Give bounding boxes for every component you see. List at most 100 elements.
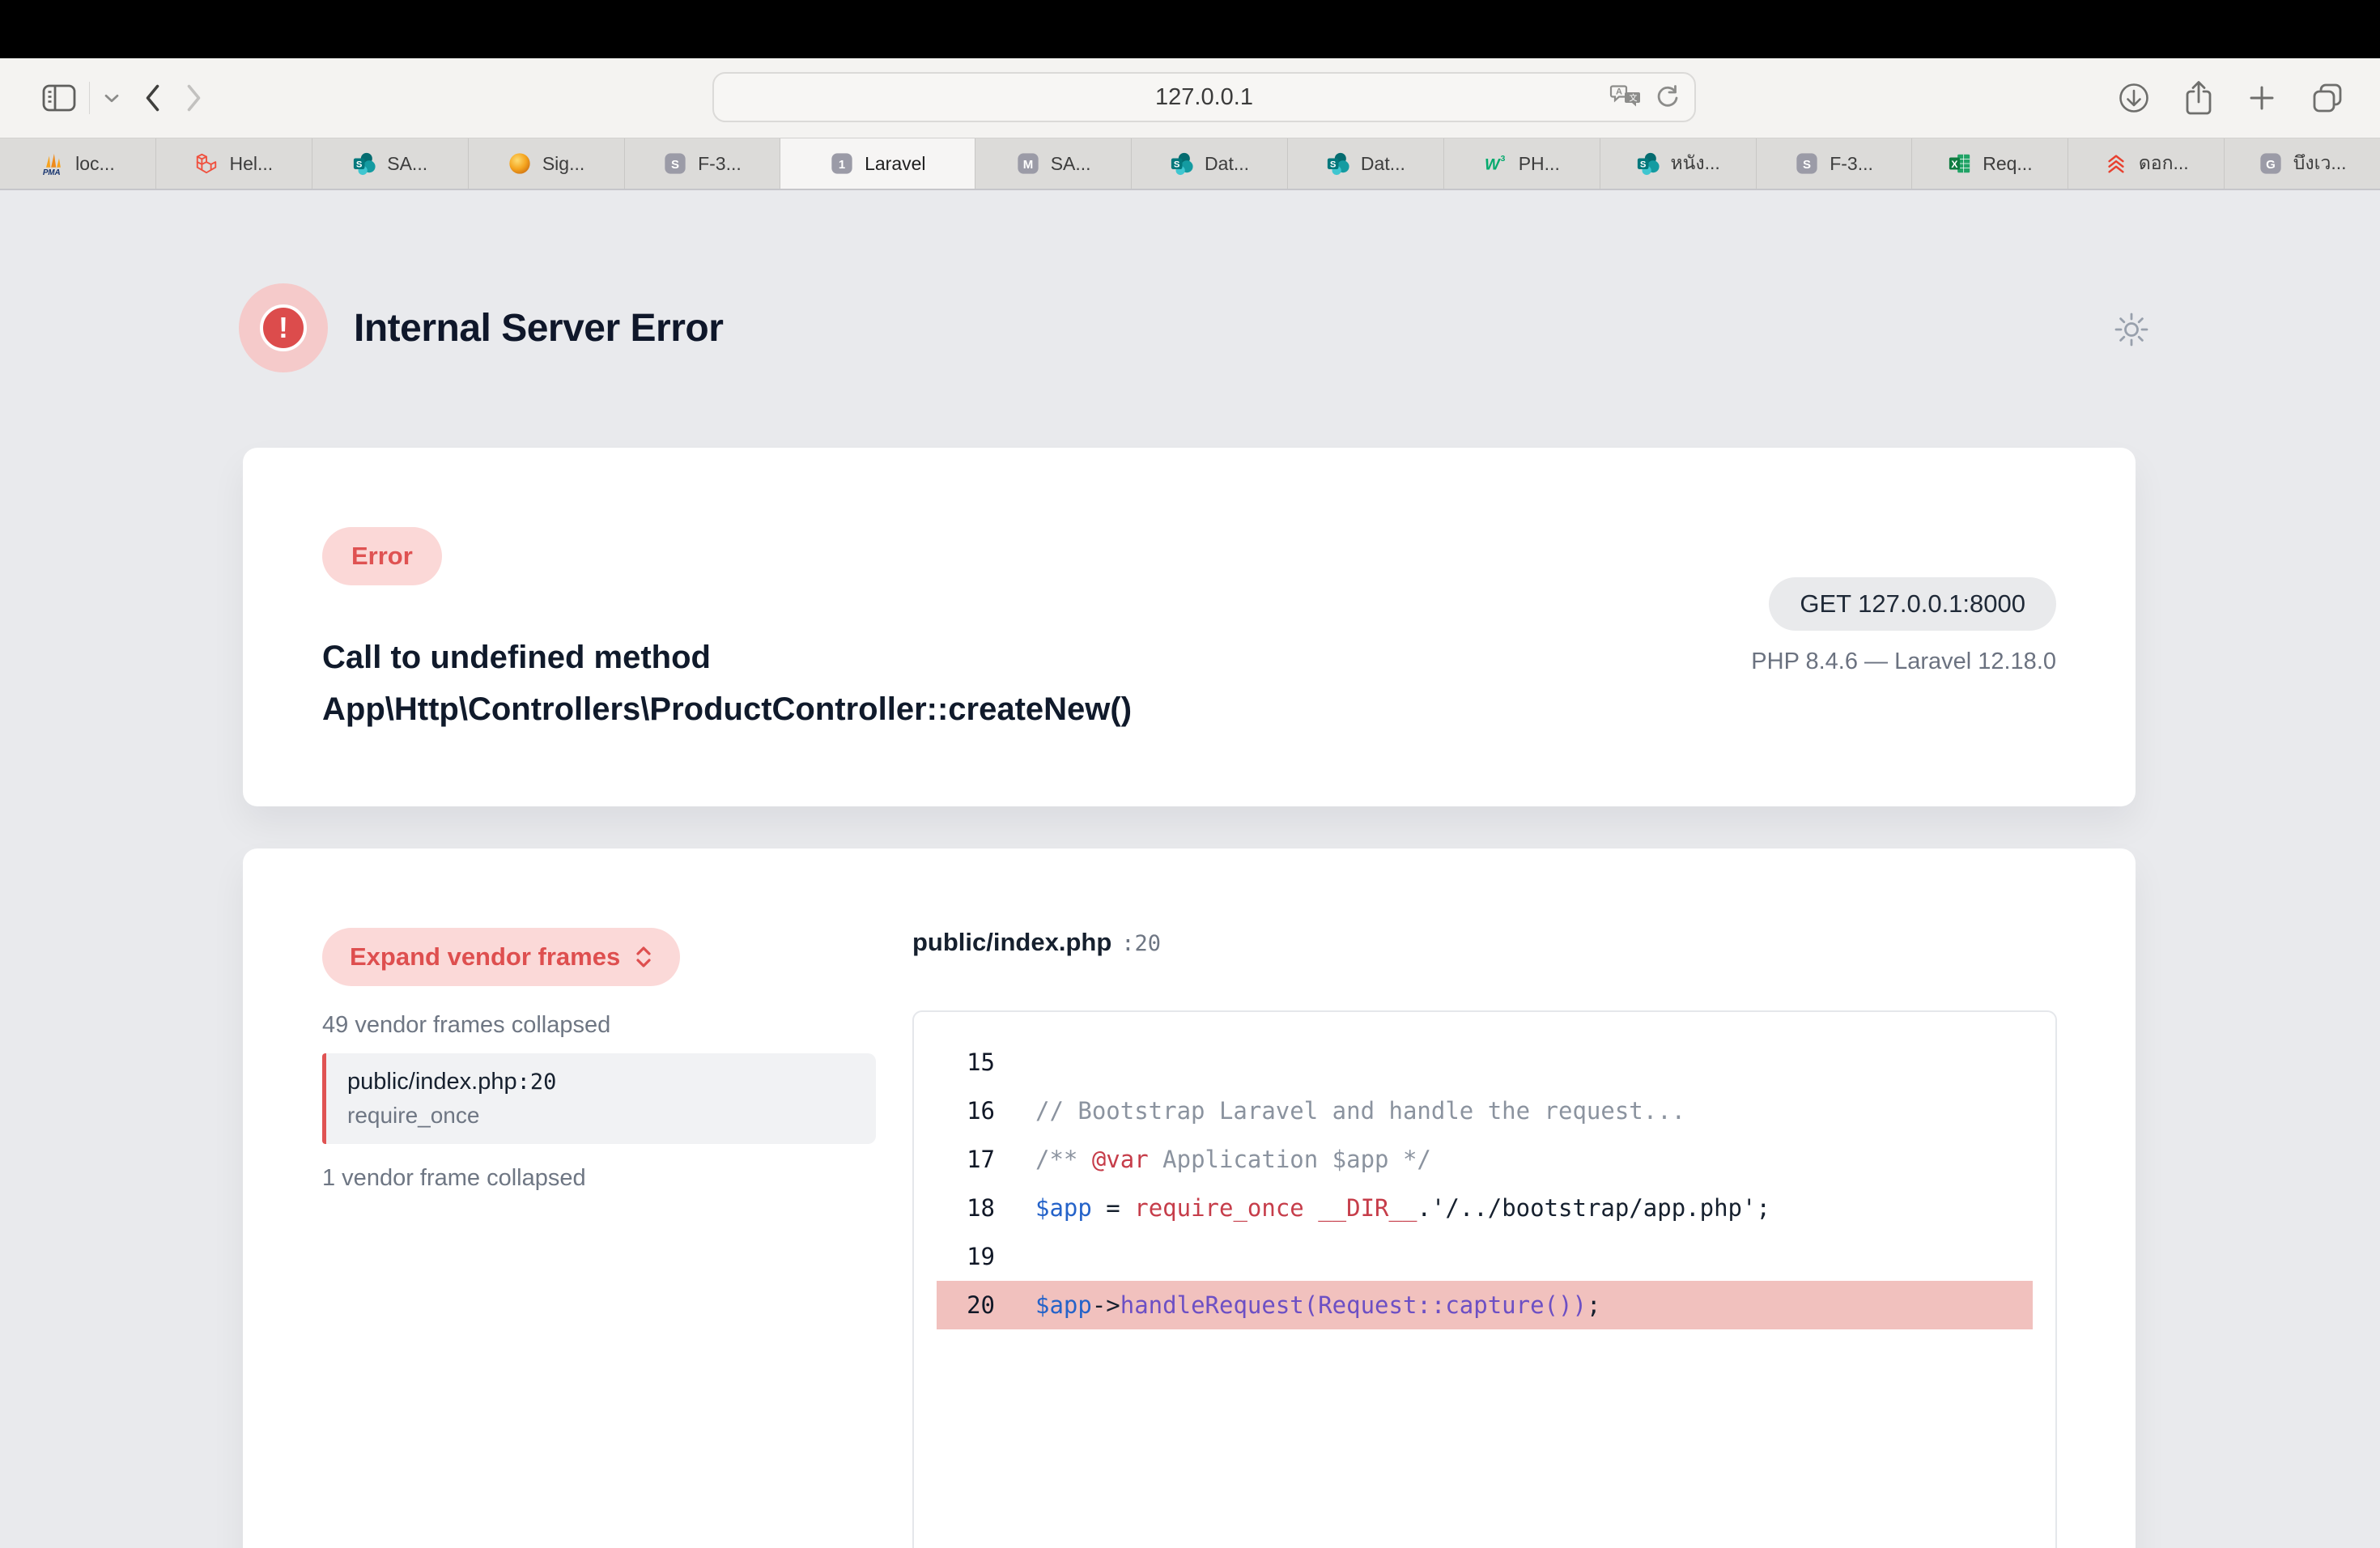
browser-tab[interactable]: SSA... xyxy=(312,138,469,189)
code-snippet: 15 16// Bootstrap Laravel and handle the … xyxy=(912,1010,2057,1548)
red-chevrons-icon xyxy=(2104,151,2128,176)
stack-frame-item[interactable]: public/index.php:20 require_once xyxy=(322,1053,876,1144)
svg-text:1: 1 xyxy=(839,158,845,172)
tab-label: บึงเว... xyxy=(2293,149,2347,178)
tab-label: F-3... xyxy=(698,153,742,175)
browser-tab[interactable]: ดอก... xyxy=(2068,138,2225,189)
line-number: 20 xyxy=(937,1291,995,1319)
frame-line-number: :20 xyxy=(517,1070,557,1095)
phpmyadmin-icon: PMA xyxy=(40,151,65,176)
tab-label: SA... xyxy=(387,153,427,175)
code-line-20: 20$app->handleRequest(Request::capture()… xyxy=(937,1281,2033,1329)
browser-window: 127.0.0.1 A 文 xyxy=(0,0,2380,1548)
svg-text:X: X xyxy=(1952,159,1959,170)
theme-sun-icon[interactable] xyxy=(2113,311,2150,351)
svg-text:S: S xyxy=(1330,160,1337,170)
exception-message: Call to undefined method App\Http\Contro… xyxy=(322,632,1366,735)
svg-text:S: S xyxy=(671,158,679,172)
reload-icon[interactable] xyxy=(1652,83,1681,112)
svg-text:PMA: PMA xyxy=(43,168,61,176)
browser-tab[interactable]: M SA... xyxy=(975,138,1132,189)
code-line-19: 19 xyxy=(937,1232,2033,1281)
line-number: 17 xyxy=(937,1146,995,1173)
download-icon[interactable] xyxy=(2116,80,2152,116)
code-line-17: 17/** @var Application $app */ xyxy=(937,1135,2033,1184)
sharepoint-icon: S xyxy=(1170,151,1194,176)
expand-button-label: Expand vendor frames xyxy=(350,942,620,972)
svg-text:W: W xyxy=(1485,156,1501,174)
code-line-ref: :20 xyxy=(1121,931,1161,956)
line-number: 16 xyxy=(937,1097,995,1125)
tab-label: Hel... xyxy=(229,153,273,175)
macos-menubar xyxy=(0,0,2380,58)
request-meta: GET 127.0.0.1:8000 PHP 8.4.6 — Laravel 1… xyxy=(1751,577,2056,675)
svg-text:G: G xyxy=(2266,158,2276,172)
badge-1-icon: 1 xyxy=(830,151,854,176)
tab-label: Req... xyxy=(1983,153,2032,175)
browser-tab[interactable]: Sig... xyxy=(469,138,625,189)
badge-M-icon: M xyxy=(1016,151,1040,176)
sidebar-toggle-icon[interactable] xyxy=(40,82,78,114)
translate-icon[interactable]: A 文 xyxy=(1609,83,1643,112)
orange-sphere-icon xyxy=(508,151,532,176)
badge-S-icon: S xyxy=(663,151,687,176)
code-column: public/index.php:20 1516// Bootstrap Lar… xyxy=(912,928,2057,1548)
request-badge: GET 127.0.0.1:8000 xyxy=(1769,577,2056,631)
frames-column: Expand vendor frames 49 vendor frames co… xyxy=(322,928,876,1192)
new-tab-icon[interactable] xyxy=(2246,82,2278,114)
browser-tab[interactable]: 1Laravel xyxy=(780,138,975,189)
line-number: 15 xyxy=(937,1048,995,1076)
code-line-16: 16// Bootstrap Laravel and handle the re… xyxy=(937,1087,2033,1135)
browser-tab[interactable]: X Req... xyxy=(1912,138,2068,189)
browser-tab[interactable]: S Dat... xyxy=(1132,138,1288,189)
toolbar-divider xyxy=(89,82,90,114)
address-bar-icons: A 文 xyxy=(1609,74,1681,121)
address-text: 127.0.0.1 xyxy=(1155,84,1253,111)
browser-toolbar: 127.0.0.1 A 文 xyxy=(0,58,2380,138)
tab-label: SA... xyxy=(1051,153,1091,175)
tab-label: หนัง... xyxy=(1671,149,1720,178)
browser-tab[interactable]: W3 PH... xyxy=(1444,138,1600,189)
share-icon[interactable] xyxy=(2182,78,2215,118)
tab-label: Dat... xyxy=(1205,153,1249,175)
tab-bar: PMAloc...Hel...SSA...Sig...SF-3...1Larav… xyxy=(0,138,2380,190)
browser-tab[interactable]: PMA loc... xyxy=(0,138,156,189)
browser-tab[interactable]: SDat... xyxy=(1288,138,1444,189)
tab-label: F-3... xyxy=(1830,153,1873,175)
code-line-15: 15 xyxy=(937,1038,2033,1087)
browser-tab[interactable]: G บึงเว... xyxy=(2225,138,2380,189)
frame-method: require_once xyxy=(347,1103,855,1129)
line-number: 19 xyxy=(937,1243,995,1270)
tab-label: PH... xyxy=(1519,153,1560,175)
svg-text:S: S xyxy=(1174,160,1180,170)
badge-G-icon: G xyxy=(2259,151,2283,176)
tab-label: loc... xyxy=(75,153,115,175)
alert-icon: ! xyxy=(239,283,328,372)
forward-icon[interactable] xyxy=(184,82,205,114)
page-header: ! Internal Server Error xyxy=(239,283,723,372)
expand-vendor-frames-button[interactable]: Expand vendor frames xyxy=(322,928,680,986)
version-info: PHP 8.4.6 — Laravel 12.18.0 xyxy=(1751,649,2056,675)
browser-tab[interactable]: Hel... xyxy=(156,138,312,189)
badge-S-icon: S xyxy=(1795,151,1819,176)
exception-card: Error GET 127.0.0.1:8000 PHP 8.4.6 — Lar… xyxy=(243,448,2136,806)
page-title: Internal Server Error xyxy=(354,306,723,351)
browser-tab[interactable]: S F-3... xyxy=(625,138,781,189)
svg-text:A: A xyxy=(1616,87,1622,97)
laravel-logo-icon xyxy=(194,151,219,176)
browser-tab[interactable]: Sหนัง... xyxy=(1600,138,1757,189)
tab-label: ดอก... xyxy=(2139,149,2189,178)
collapsed-frames-bottom: 1 vendor frame collapsed xyxy=(322,1165,876,1192)
error-type-badge: Error xyxy=(322,527,442,585)
tab-overview-icon[interactable] xyxy=(2309,79,2346,117)
address-bar[interactable]: 127.0.0.1 A 文 xyxy=(712,72,1696,122)
svg-text:3: 3 xyxy=(1500,155,1505,164)
expand-chevrons-icon xyxy=(635,944,652,970)
browser-tab[interactable]: S F-3... xyxy=(1757,138,1913,189)
back-icon[interactable] xyxy=(142,82,163,114)
tab-label: Sig... xyxy=(542,153,584,175)
toolbar-left-controls xyxy=(40,58,205,138)
excel-icon: X xyxy=(1948,151,1972,176)
svg-text:M: M xyxy=(1022,158,1033,172)
chevron-down-icon[interactable] xyxy=(103,92,121,104)
